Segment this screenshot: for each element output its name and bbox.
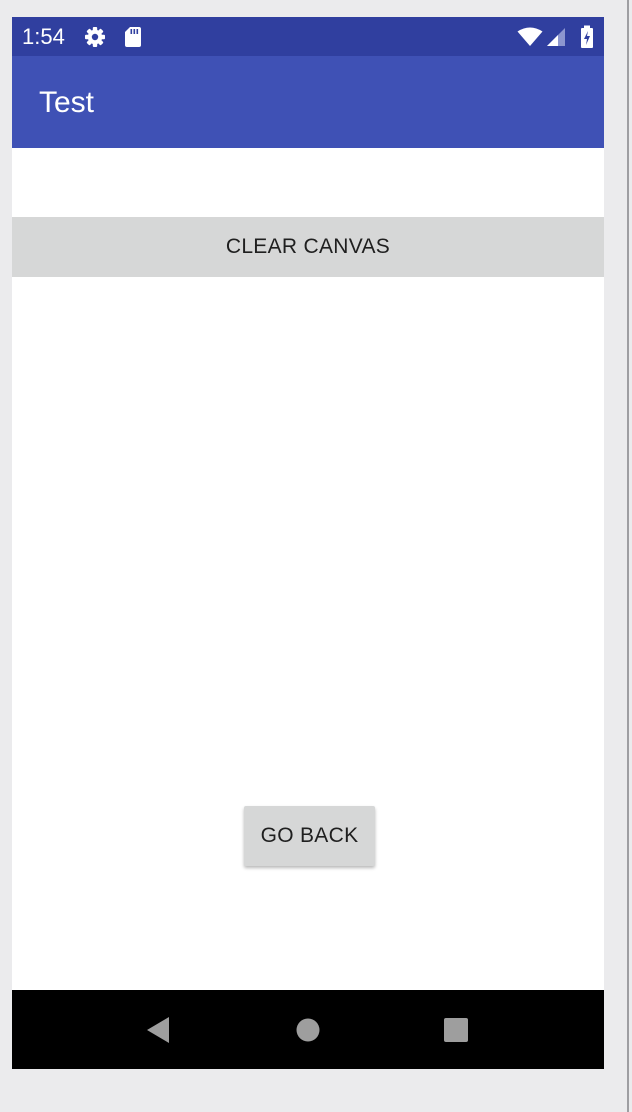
settings-icon bbox=[85, 27, 105, 47]
status-bar: 1:54 bbox=[12, 17, 604, 56]
nav-back-button[interactable] bbox=[140, 1012, 176, 1048]
sd-card-icon bbox=[125, 27, 141, 47]
home-circle-icon bbox=[296, 1018, 320, 1042]
status-time: 1:54 bbox=[22, 24, 65, 49]
app-title: Test bbox=[39, 86, 95, 119]
app-bar: Test bbox=[12, 56, 604, 148]
emulator-frame-edge bbox=[627, 0, 629, 1112]
device-screen: 1:54 Test CLEAR CANVAS GO BACK bbox=[12, 17, 604, 1069]
clear-canvas-button[interactable]: CLEAR CANVAS bbox=[12, 217, 604, 277]
navigation-bar bbox=[12, 990, 604, 1069]
nav-recents-button[interactable] bbox=[438, 1012, 474, 1048]
go-back-button[interactable]: GO BACK bbox=[244, 806, 375, 866]
nav-home-button[interactable] bbox=[290, 1012, 326, 1048]
battery-charging-icon bbox=[581, 25, 593, 48]
cell-signal-icon bbox=[547, 28, 565, 46]
wifi-icon bbox=[517, 27, 543, 46]
back-triangle-icon bbox=[147, 1017, 169, 1043]
recents-square-icon bbox=[444, 1018, 468, 1042]
drawing-canvas[interactable] bbox=[12, 277, 604, 990]
